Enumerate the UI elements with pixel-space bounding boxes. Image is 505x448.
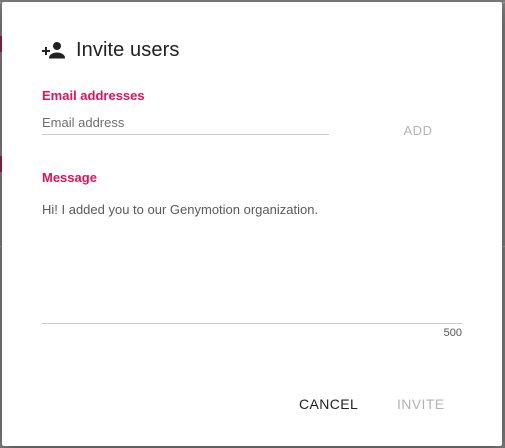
dialog-header: Invite users bbox=[42, 38, 179, 62]
invite-button[interactable]: INVITE bbox=[397, 392, 444, 416]
message-textarea[interactable]: Hi! I added you to our Genymotion organi… bbox=[42, 198, 462, 324]
person-add-icon bbox=[42, 38, 66, 62]
dialog-title: Invite users bbox=[76, 38, 180, 61]
email-addresses-label: Email addresses bbox=[42, 88, 145, 103]
email-address-input[interactable] bbox=[42, 110, 329, 135]
invite-users-dialog: Invite users Email addresses ADD Message… bbox=[2, 2, 502, 446]
cancel-button[interactable]: CANCEL bbox=[299, 392, 358, 416]
character-counter: 500 bbox=[443, 327, 462, 339]
message-label: Message bbox=[42, 170, 97, 185]
add-email-button[interactable]: ADD bbox=[384, 116, 452, 144]
